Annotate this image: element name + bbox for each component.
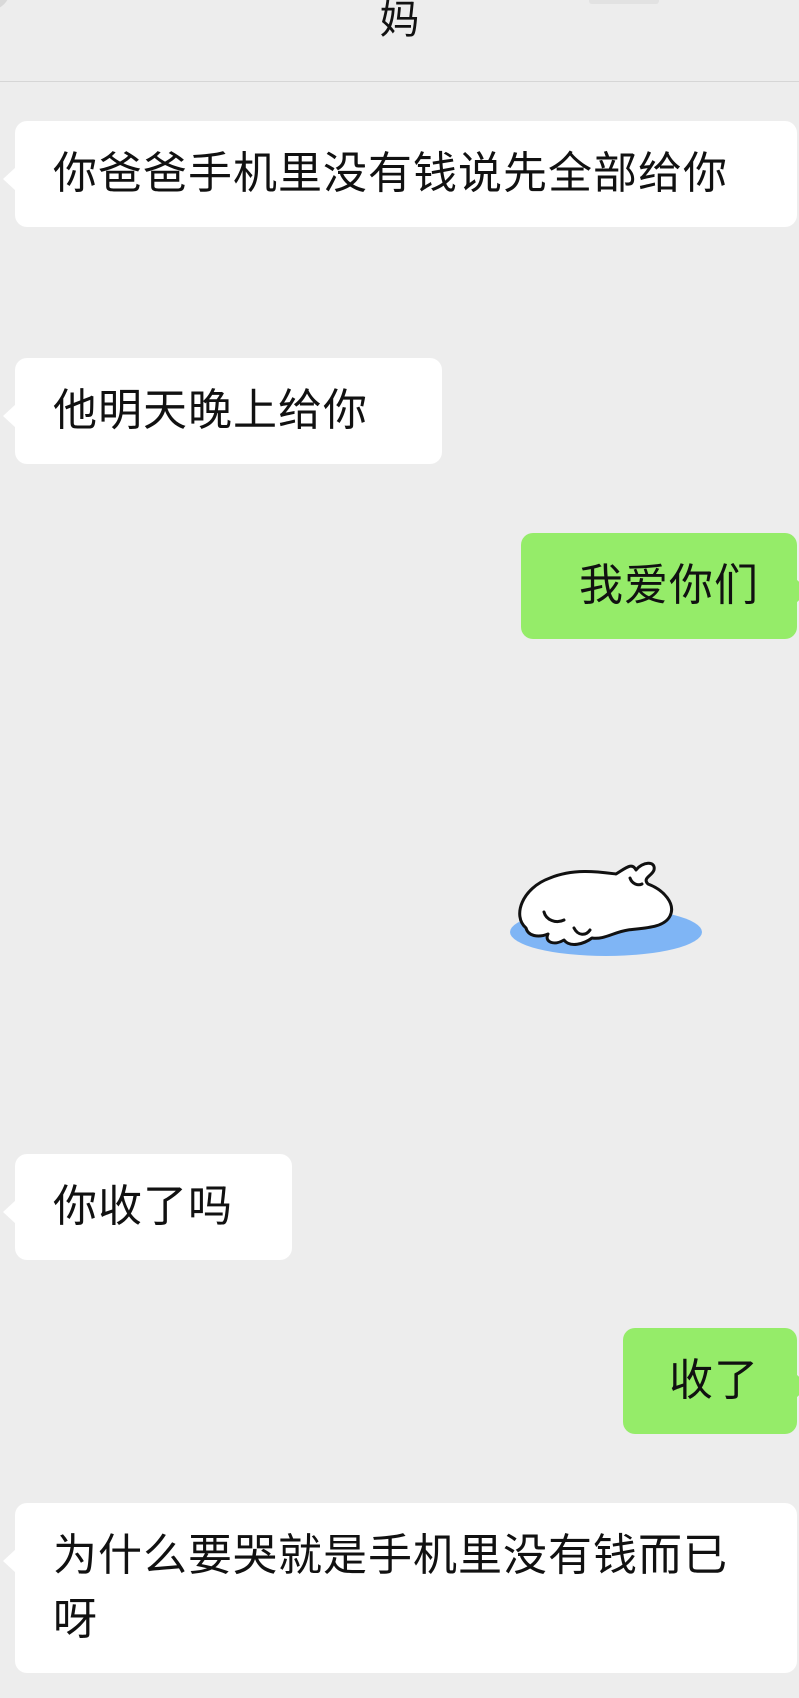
message-bubble-outgoing[interactable]: 收了 <box>623 1328 799 1434</box>
message-bubble-incoming[interactable]: 你爸爸手机里没有钱说先全部给你 <box>3 121 797 227</box>
chat-title: 妈 <box>379 0 420 43</box>
message-bubble-outgoing[interactable]: 我爱你们 <box>521 533 799 639</box>
message-bubble-incoming[interactable]: 你收了吗 <box>3 1154 292 1260</box>
chat-header: 妈 <box>0 0 799 82</box>
message-bubble-incoming[interactable]: 为什么要哭就是手机里没有钱而已呀 <box>3 1503 797 1673</box>
sleeping-white-creature-sticker-icon[interactable] <box>504 858 714 978</box>
message-bubble-incoming[interactable]: 他明天晚上给你 <box>3 358 442 464</box>
